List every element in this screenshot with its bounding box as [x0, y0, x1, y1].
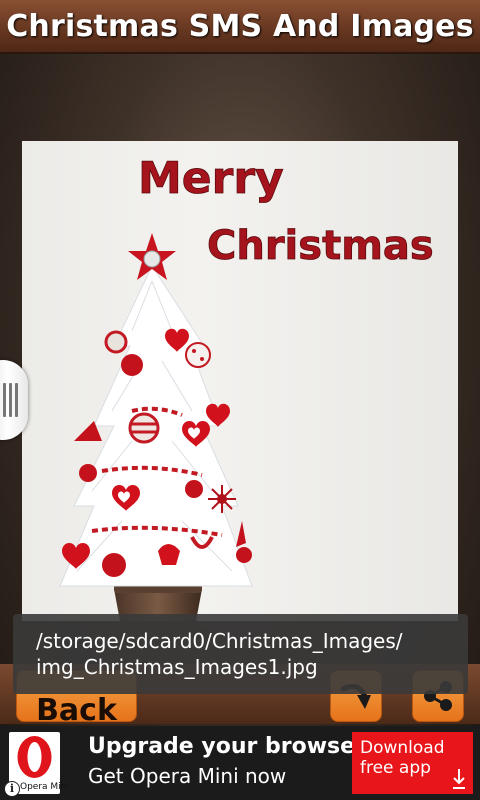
side-drawer-handle[interactable]	[0, 360, 28, 440]
opera-o-icon	[17, 736, 52, 778]
title-bar: Christmas SMS And Images	[0, 0, 480, 54]
ad-info-icon[interactable]: i	[4, 781, 20, 797]
greeting-line1: Merry	[138, 153, 284, 204]
ad-cta-line2: free app	[360, 758, 431, 778]
saved-path-toast: /storage/sdcard0/Christmas_Images/ img_C…	[13, 614, 468, 694]
toast-path-line2: img_Christmas_Images1.jpg	[36, 655, 318, 679]
ad-subline: Get Opera Mini now	[88, 764, 287, 788]
download-icon	[453, 769, 465, 789]
app-title: Christmas SMS And Images	[6, 8, 474, 44]
ad-logo-label: Opera Mini	[20, 782, 69, 792]
toast-path-line1: /storage/sdcard0/Christmas_Images/	[36, 629, 403, 653]
greeting-line2: Christmas	[207, 223, 434, 269]
grip-line-icon	[3, 383, 6, 417]
ad-download-button[interactable]: Download free app	[352, 732, 473, 794]
grip-line-icon	[15, 383, 18, 417]
christmas-image[interactable]: Merry Christmas	[22, 141, 458, 621]
grip-line-icon	[9, 383, 12, 417]
ad-banner[interactable]: Opera Mini i Upgrade your browser Get Op…	[0, 726, 480, 800]
ad-cta-line1: Download	[360, 738, 445, 758]
ad-headline: Upgrade your browser	[88, 734, 366, 759]
